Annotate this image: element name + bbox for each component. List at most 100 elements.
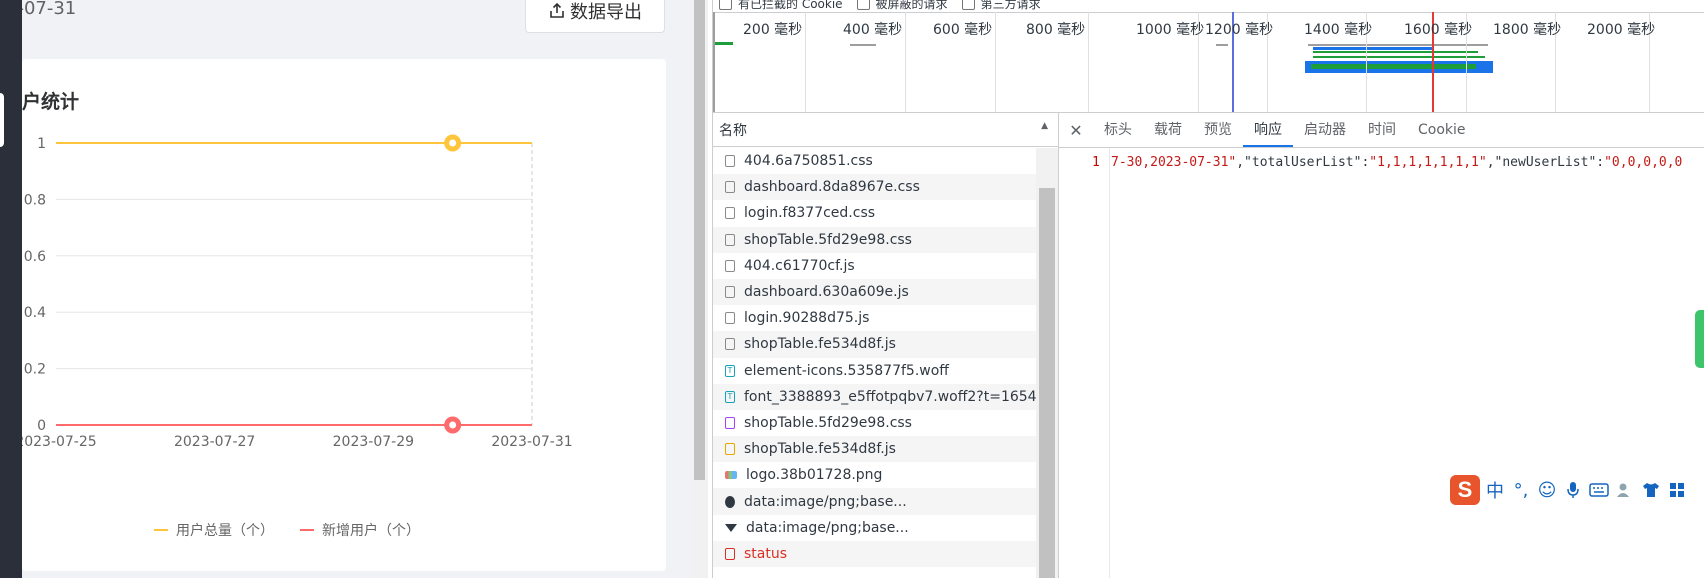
filter-checkbox-label: 有已拦截的 Cookie	[738, 0, 843, 11]
details-tab[interactable]: 时间	[1357, 113, 1407, 147]
timeline-bar	[1313, 56, 1485, 58]
response-token: "0,0,0,0,0	[1604, 155, 1683, 170]
filter-checkbox-label: 第三方请求	[980, 0, 1041, 11]
request-name: font_3388893_e5ffotpqbv7.woff2?t=165406.…	[744, 388, 1036, 405]
request-name: 404.c61770cf.js	[744, 257, 855, 274]
request-name: data:image/png;base...	[746, 519, 909, 536]
request-name: element-icons.535877f5.woff	[744, 362, 949, 379]
sidebar-collapsed	[0, 0, 22, 578]
x-tick-label: 2023-07-25	[22, 434, 97, 450]
legend-label: 新增用户（个）	[322, 522, 420, 539]
y-tick-label: 0.6	[24, 249, 46, 265]
timeline-gridline	[905, 12, 906, 112]
timeline-tick-label: 1400 毫秒	[1304, 22, 1373, 38]
file-icon	[725, 181, 735, 194]
response-line-number: 1	[1092, 155, 1100, 170]
shirt-icon[interactable]	[1640, 478, 1662, 502]
response-token: ,"totalUserList":	[1236, 155, 1370, 170]
timeline-tick-label: 1000 毫秒	[1136, 22, 1205, 38]
image-icon	[725, 471, 737, 480]
request-row[interactable]: login.90288d75.js	[713, 305, 1036, 331]
series-point	[444, 134, 462, 152]
timeline-bar	[1313, 51, 1478, 53]
response-token: ,"newUserList":	[1486, 155, 1605, 170]
request-row[interactable]: login.f8377ced.css	[713, 200, 1036, 226]
request-row[interactable]: dashboard.8da8967e.css	[713, 174, 1036, 201]
sogou-logo-icon[interactable]: S	[1450, 475, 1480, 505]
request-list-scrollbar-thumb[interactable]	[1039, 188, 1055, 578]
request-row[interactable]: shopTable.fe534d8f.js	[713, 436, 1036, 463]
request-row[interactable]: data:image/png;base...	[713, 488, 1036, 515]
close-icon[interactable]: ✕	[1059, 121, 1093, 140]
filter-checkbox[interactable]: 第三方请求	[961, 0, 1041, 12]
name-header-label: 名称	[719, 122, 747, 139]
checkbox-icon[interactable]	[961, 0, 975, 10]
request-row[interactable]: shopTable.5fd29e98.css	[713, 226, 1036, 253]
request-row[interactable]: 404.6a750851.css	[713, 148, 1036, 174]
file-icon	[725, 207, 735, 220]
request-name: shopTable.fe534d8f.js	[744, 336, 896, 353]
request-row[interactable]: shopTable.fe534d8f.js	[713, 331, 1036, 358]
response-token: 7-30,2023-07-31"	[1111, 155, 1237, 170]
y-tick-label: 0.8	[24, 192, 46, 208]
request-row[interactable]: shopTable.5fd29e98.css	[713, 410, 1036, 436]
timeline-bar	[1308, 44, 1488, 46]
checkbox-icon[interactable]	[856, 0, 870, 10]
details-tab[interactable]: 响应	[1243, 113, 1293, 147]
ime-chinese-mode-button[interactable]: 中	[1484, 478, 1506, 502]
response-body: 7-30,2023-07-31","totalUserList":"1,1,1,…	[1111, 155, 1704, 170]
export-data-button[interactable]: 数据导出	[525, 0, 665, 33]
timeline-tick-label: 800 毫秒	[1026, 22, 1086, 38]
font-file-icon: T	[725, 364, 735, 377]
series-point	[444, 416, 462, 434]
emoji-icon[interactable]: ☺	[1536, 478, 1558, 502]
request-name: 404.6a750851.css	[744, 153, 873, 170]
file-icon	[725, 155, 735, 168]
y-tick-label: 1	[37, 136, 46, 152]
scroll-marker	[1695, 310, 1704, 368]
page-scrollbar[interactable]	[691, 0, 708, 578]
user-icon[interactable]	[1614, 478, 1636, 502]
request-name: shopTable.5fd29e98.css	[744, 414, 912, 431]
request-row[interactable]: status	[713, 540, 1036, 567]
details-tab[interactable]: Cookie	[1407, 113, 1477, 147]
details-tab[interactable]: 预览	[1193, 113, 1243, 147]
image-data-icon	[725, 522, 737, 533]
file-icon	[725, 312, 735, 325]
timeline-tick-label: 1600 毫秒	[1404, 22, 1473, 38]
details-tab[interactable]: 标头	[1093, 113, 1143, 147]
details-tab[interactable]: 启动器	[1293, 113, 1357, 147]
grid-menu-icon[interactable]	[1666, 478, 1688, 502]
request-row[interactable]: 404.c61770cf.js	[713, 253, 1036, 279]
timeline-tick-label: 2000 毫秒	[1587, 22, 1656, 38]
request-row[interactable]: data:image/png;base...	[713, 515, 1036, 541]
page-scrollbar-thumb[interactable]	[694, 0, 705, 480]
file-icon	[725, 233, 735, 246]
filter-checkbox-label: 被屏蔽的请求	[875, 0, 948, 11]
request-name: data:image/png;base...	[744, 493, 907, 510]
ime-punctuation-button[interactable]: °,	[1510, 478, 1532, 502]
filter-checkbox[interactable]: 有已拦截的 Cookie	[719, 0, 843, 12]
name-column-header[interactable]: 名称 ▲	[713, 113, 1058, 147]
keyboard-icon[interactable]	[1588, 478, 1610, 502]
timeline-bar	[1311, 64, 1476, 69]
filter-checkbox[interactable]: 被屏蔽的请求	[856, 0, 948, 12]
timeline-tick-label: 1200 毫秒	[1205, 22, 1274, 38]
request-row[interactable]: Tfont_3388893_e5ffotpqbv7.woff2?t=165406…	[713, 383, 1036, 410]
details-tab[interactable]: 载荷	[1143, 113, 1193, 147]
timeline-tick-label: 400 毫秒	[843, 22, 903, 38]
request-list-scrollbar[interactable]	[1036, 148, 1058, 578]
request-row[interactable]: dashboard.630a609e.js	[713, 278, 1036, 306]
request-row[interactable]: logo.38b01728.png	[713, 462, 1036, 488]
timeline-tick-label: 600 毫秒	[933, 22, 993, 38]
sidebar-active-indicator	[0, 93, 4, 147]
error-file-icon	[725, 547, 735, 560]
x-tick-label: 2023-07-31	[491, 434, 572, 450]
request-row[interactable]: Telement-icons.535877f5.woff	[713, 358, 1036, 384]
network-overview-timeline[interactable]: 200 毫秒 400 毫秒 600 毫秒 800 毫秒 1000 毫秒 1200 毫秒 14…	[713, 12, 1704, 113]
request-name: status	[744, 545, 788, 562]
stylesheet-icon	[725, 416, 735, 429]
microphone-icon[interactable]	[1562, 478, 1584, 502]
checkbox-icon[interactable]	[719, 0, 732, 10]
request-name: login.f8377ced.css	[744, 205, 876, 222]
